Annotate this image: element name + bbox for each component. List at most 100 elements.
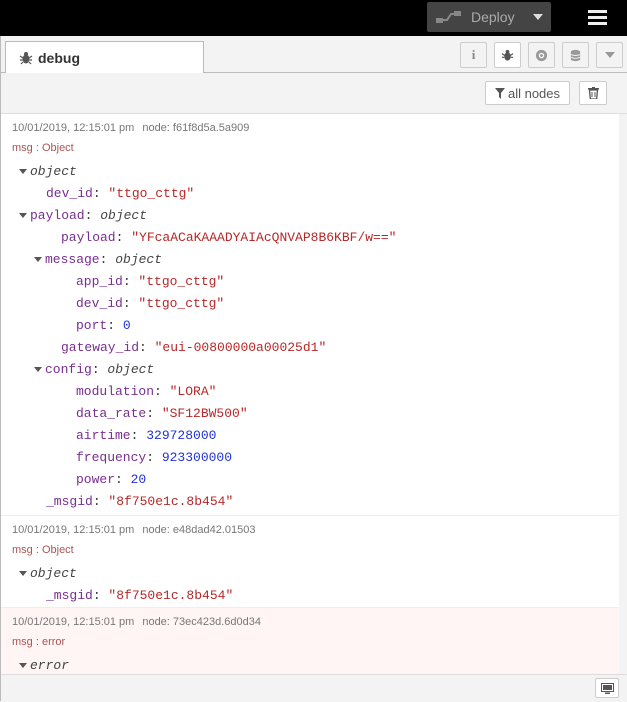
tree-value: "8f750e1c.8b454" (108, 494, 234, 509)
expand-caret-icon[interactable] (19, 663, 27, 669)
tree-row: airtime: 329728000 (76, 428, 216, 443)
scrollbar[interactable] (619, 114, 627, 674)
tree-key: payload (30, 208, 85, 223)
tree-row[interactable]: error (19, 658, 69, 673)
tree-row: port: 0 (76, 318, 131, 333)
tree-value: "ttgo_cttg" (138, 296, 225, 311)
main-menu-button[interactable] (583, 4, 613, 32)
tree-row: data_rate: "SF12BW500" (76, 406, 248, 421)
tree-separator: : (122, 296, 139, 311)
clear-log-button[interactable] (579, 81, 607, 105)
tree-row: _msgid: "8f750e1c.8b454" (46, 588, 233, 603)
tab-debug[interactable]: debug (5, 41, 204, 73)
message-meta: 10/01/2019, 12:15:01 pm node: 73ec423d.6d… (12, 616, 261, 628)
tree-key: airtime (76, 428, 131, 443)
message-node-id[interactable]: node: 73ec423d.6d0d34 (142, 616, 261, 628)
tree-key: power (76, 472, 116, 487)
tree-row[interactable]: object (19, 566, 77, 581)
tree-row: app_id: "ttgo_cttg" (76, 274, 224, 289)
config-tab-button[interactable] (528, 42, 555, 68)
open-window-button[interactable] (595, 678, 619, 698)
context-tab-button[interactable] (562, 42, 589, 68)
deploy-icon (436, 11, 461, 23)
expand-caret-icon[interactable] (34, 257, 42, 263)
tree-row: _msgid: "8f750e1c.8b454" (46, 494, 233, 509)
monitor-icon (600, 682, 614, 694)
bug-icon (501, 49, 514, 61)
tree-separator: : (146, 406, 162, 421)
tree-key: config (45, 362, 92, 377)
expand-caret-icon[interactable] (34, 367, 42, 373)
message-meta: 10/01/2019, 12:15:01 pm node: f61f8d5a.5a… (12, 122, 249, 134)
tree-separator: : (130, 428, 147, 443)
tree-row: gateway_id: "eui-00800000a00025d1" (61, 340, 326, 355)
debug-message[interactable]: 10/01/2019, 12:15:01 pm node: e48dad42.01… (1, 516, 619, 608)
debug-message[interactable]: 10/01/2019, 12:15:01 pm node: f61f8d5a.5a… (1, 114, 619, 516)
tree-row: power: 20 (76, 472, 146, 487)
message-timestamp: 10/01/2019, 12:15:01 pm (12, 122, 135, 134)
message-timestamp: 10/01/2019, 12:15:01 pm (12, 616, 135, 628)
gear-icon (535, 49, 548, 61)
tree-separator: : (91, 362, 108, 377)
tree-value: "LORA" (169, 384, 217, 399)
tree-key: app_id (76, 274, 123, 289)
tree-key: data_rate (76, 406, 147, 421)
tree-key: port (76, 318, 108, 333)
message-timestamp: 10/01/2019, 12:15:01 pm (12, 524, 135, 536)
expand-caret-icon[interactable] (19, 571, 27, 577)
debug-message[interactable]: 10/01/2019, 12:15:01 pm node: 73ec423d.6d… (1, 608, 627, 674)
filter-button[interactable]: all nodes (485, 81, 570, 105)
debug-footer (1, 674, 627, 702)
tree-value: object (107, 362, 155, 377)
deploy-button[interactable]: Deploy (427, 2, 551, 32)
tree-row: payload: "YFcaACaKAAADYAIAcQNVAP8B6KBF/w… (61, 230, 396, 245)
hamburger-icon (588, 10, 607, 13)
tree-value: "ttgo_cttg" (108, 186, 195, 201)
tree-value: "SF12BW500" (161, 406, 248, 421)
tree-row: dev_id: "ttgo_cttg" (76, 296, 224, 311)
message-node-id[interactable]: node: f61f8d5a.5a909 (142, 122, 249, 134)
tree-row[interactable]: payload: object (19, 208, 147, 223)
info-tab-button[interactable]: i (460, 42, 487, 68)
tree-row: modulation: "LORA" (76, 384, 216, 399)
tree-row[interactable]: object (19, 164, 77, 179)
tree-value: object (100, 208, 148, 223)
deploy-label: Deploy (471, 9, 515, 25)
tree-separator: : (122, 274, 139, 289)
hamburger-icon-bar (588, 22, 607, 25)
tree-value: object (30, 566, 77, 581)
tree-separator: : (139, 340, 155, 355)
tree-value: "YFcaACaKAAADYAIAcQNVAP8B6KBF/w==" (131, 230, 397, 245)
expand-caret-icon[interactable] (19, 169, 27, 175)
database-icon (570, 49, 581, 61)
message-node-id[interactable]: node: e48dad42.01503 (142, 524, 255, 536)
tree-key: frequency (76, 450, 147, 465)
tree-value: 20 (130, 472, 147, 487)
tree-key: _msgid (46, 588, 93, 603)
filter-icon (494, 87, 505, 99)
message-topic: msg : error (12, 636, 66, 648)
tree-value: "eui-00800000a00025d1" (154, 340, 327, 355)
hamburger-icon-bar (588, 16, 607, 19)
tab-menu-button[interactable] (596, 42, 623, 68)
tree-separator: : (154, 384, 170, 399)
tree-value: 329728000 (146, 428, 217, 443)
tree-value: "ttgo_cttg" (138, 274, 225, 289)
tree-value: 923300000 (161, 450, 233, 465)
sidebar-panel: debug i all nodes 10/01/2019, 12:15:01 p… (0, 36, 627, 702)
tree-value: "8f750e1c.8b454" (108, 588, 234, 603)
tree-key: dev_id (46, 186, 93, 201)
debug-toolbar: all nodes (1, 73, 627, 114)
tree-separator: : (84, 208, 101, 223)
expand-caret-icon[interactable] (19, 213, 27, 219)
message-meta: 10/01/2019, 12:15:01 pm node: e48dad42.01… (12, 524, 256, 536)
message-topic: msg : Object (12, 142, 74, 154)
debug-message-list[interactable]: 10/01/2019, 12:15:01 pm node: 73ec423d.6d… (1, 114, 627, 674)
tree-separator: : (107, 318, 123, 333)
bug-icon (19, 51, 33, 64)
deploy-caret-icon[interactable] (533, 14, 543, 20)
tree-row[interactable]: config: object (34, 362, 154, 377)
debug-tab-button[interactable] (494, 42, 521, 68)
tree-key: _msgid (46, 494, 93, 509)
tree-row[interactable]: message: object (34, 252, 162, 267)
